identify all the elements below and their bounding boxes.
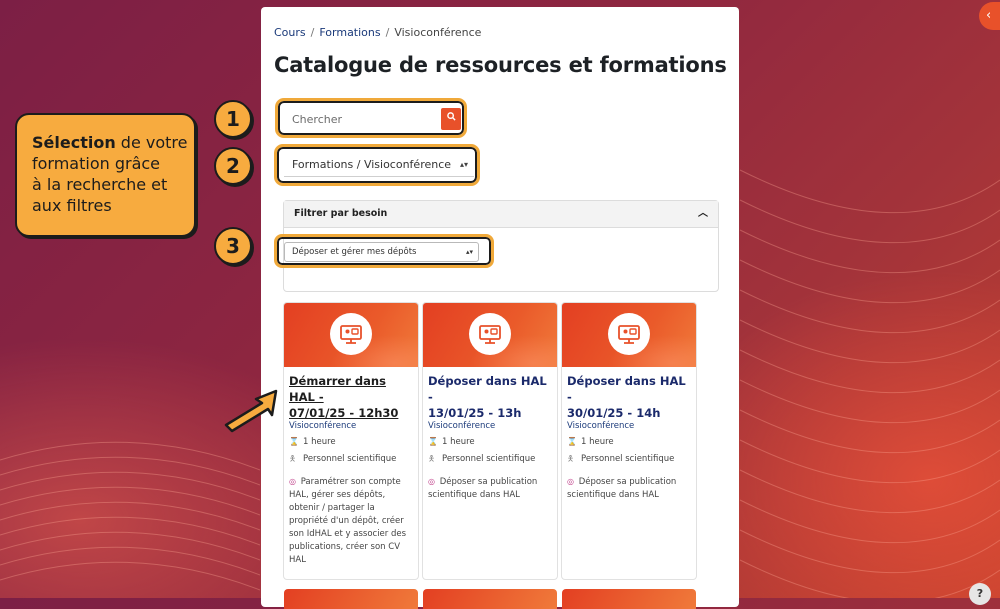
card-duration: ⌛ 1 heure <box>567 437 691 447</box>
card-description: ◎ Déposer sa publication scientifique da… <box>567 475 691 502</box>
hourglass-icon: ⌛ <box>289 437 299 446</box>
filter-select-value: Déposer et gérer mes dépôts <box>292 247 417 257</box>
card-title-link[interactable]: Démarrer dans HAL - 07/01/25 - 12h30 <box>289 373 413 421</box>
callout-line3: à la recherche et <box>32 175 168 194</box>
card-banner <box>562 303 696 367</box>
card-title-link[interactable]: Déposer dans HAL - 13/01/25 - 13h <box>428 373 552 421</box>
video-conference-icon <box>618 325 640 344</box>
duration-text: 1 heure <box>303 437 336 447</box>
card-category: Visioconférence <box>289 421 357 431</box>
pointer-arrow-icon <box>224 389 278 433</box>
person-icon: 🯅 <box>567 454 575 463</box>
search-input[interactable] <box>284 108 454 130</box>
breadcrumb-current: Visioconférence <box>394 26 482 39</box>
course-card-partial[interactable] <box>284 589 418 609</box>
audience-text: Personnel scientifique <box>303 454 397 464</box>
course-card[interactable]: Démarrer dans HAL - 07/01/25 - 12h30 Vis… <box>283 302 419 580</box>
person-icon: 🯅 <box>428 454 436 463</box>
audience-text: Personnel scientifique <box>581 454 675 464</box>
card-audience: 🯅 Personnel scientifique <box>289 453 413 467</box>
card-duration: ⌛ 1 heure <box>289 437 413 447</box>
target-icon: ◎ <box>289 477 296 486</box>
breadcrumb-separator: / <box>385 26 390 39</box>
card-category: Visioconférence <box>428 421 496 431</box>
description-text: Déposer sa publication scientifique dans… <box>567 477 677 500</box>
card-icon-circle <box>330 313 372 355</box>
description-text: Paramétrer son compte HAL, gérer ses dép… <box>289 477 407 565</box>
card-title-line: 30/01/25 - 14h <box>567 406 661 420</box>
course-card-partial[interactable] <box>562 589 696 609</box>
duration-text: 1 heure <box>442 437 475 447</box>
card-audience: 🯅 Personnel scientifique <box>428 453 552 467</box>
card-banner <box>284 303 418 367</box>
category-select-value: Formations / Visioconférence <box>292 158 452 171</box>
filter-select-highlight: Déposer et gérer mes dépôts ▴▾ <box>274 234 494 268</box>
card-title-line: 07/01/25 - 12h30 <box>289 406 399 420</box>
card-banner <box>423 303 557 367</box>
course-card[interactable]: Déposer dans HAL - 30/01/25 - 14h Visioc… <box>561 302 697 580</box>
help-button[interactable]: ? <box>969 583 991 605</box>
filter-header[interactable]: Filtrer par besoin ︿ <box>284 201 718 228</box>
card-title-line: Démarrer dans HAL - <box>289 374 386 404</box>
hourglass-icon: ⌛ <box>428 437 438 446</box>
breadcrumb-separator: / <box>310 26 315 39</box>
breadcrumb: Cours / Formations / Visioconférence <box>274 26 481 39</box>
course-card[interactable]: Déposer dans HAL - 13/01/25 - 13h Visioc… <box>422 302 558 580</box>
chevron-left-icon: ‹ <box>986 8 992 23</box>
card-title-link[interactable]: Déposer dans HAL - 30/01/25 - 14h <box>567 373 691 421</box>
course-card-partial[interactable] <box>423 589 557 609</box>
person-icon: 🯅 <box>289 454 297 463</box>
card-title-line: Déposer dans HAL - <box>567 374 686 404</box>
target-icon: ◎ <box>567 477 574 486</box>
callout-line1: de votre <box>115 133 188 152</box>
video-conference-icon <box>479 325 501 344</box>
card-category: Visioconférence <box>567 421 635 431</box>
select-caret-icon: ▴▾ <box>465 248 473 256</box>
callout-line2: formation grâce <box>32 154 161 173</box>
video-conference-icon <box>340 325 362 344</box>
filter-section: Filtrer par besoin ︿ Déposer et gérer me… <box>274 200 719 292</box>
breadcrumb-cours[interactable]: Cours <box>274 26 306 39</box>
duration-text: 1 heure <box>581 437 614 447</box>
card-title-line: 13/01/25 - 13h <box>428 406 522 420</box>
callout-line4: aux filtres <box>32 196 112 215</box>
breadcrumb-formations[interactable]: Formations <box>319 26 380 39</box>
search-button[interactable] <box>441 108 461 130</box>
select-caret-icon: ▴▾ <box>459 160 468 169</box>
audience-text: Personnel scientifique <box>442 454 536 464</box>
hourglass-icon: ⌛ <box>567 437 577 446</box>
filter-select[interactable]: Déposer et gérer mes dépôts ▴▾ <box>284 242 479 262</box>
filter-header-label: Filtrer par besoin <box>294 208 388 219</box>
card-icon-circle <box>608 313 650 355</box>
target-icon: ◎ <box>428 477 435 486</box>
callout-bold: Sélection <box>32 133 116 152</box>
search-icon <box>446 112 456 121</box>
page-title: Catalogue de ressources et formations <box>274 53 727 77</box>
search-highlight <box>275 98 467 138</box>
card-description: ◎ Déposer sa publication scientifique da… <box>428 475 552 502</box>
category-select-highlight: Formations / Visioconférence ▴▾ <box>274 144 480 186</box>
card-audience: 🯅 Personnel scientifique <box>567 453 691 467</box>
card-icon-circle <box>469 313 511 355</box>
step-badge-1: 1 <box>214 100 252 138</box>
description-text: Déposer sa publication scientifique dans… <box>428 477 538 500</box>
card-duration: ⌛ 1 heure <box>428 437 552 447</box>
tutorial-callout: Sélection de votre formation grâce à la … <box>15 113 196 237</box>
card-title-line: Déposer dans HAL - <box>428 374 547 404</box>
card-description: ◎ Paramétrer son compte HAL, gérer ses d… <box>289 475 413 567</box>
step-badge-3: 3 <box>214 227 252 265</box>
category-select[interactable]: Formations / Visioconférence ▴▾ <box>284 154 474 177</box>
chevron-up-icon[interactable]: ︿ <box>698 201 708 227</box>
step-badge-2: 2 <box>214 147 252 185</box>
side-panel-toggle[interactable]: ‹ <box>979 2 1000 30</box>
